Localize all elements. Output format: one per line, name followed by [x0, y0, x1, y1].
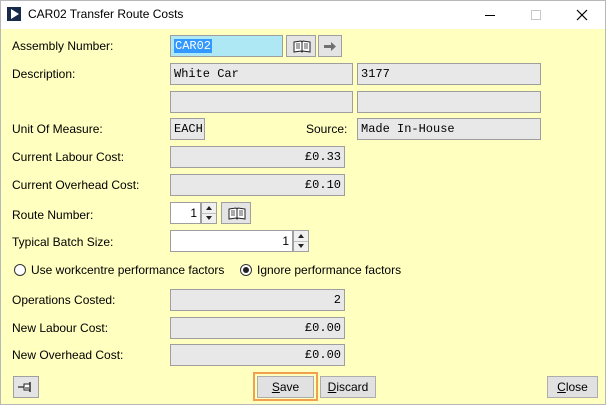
title-bar: CAR02 Transfer Route Costs — [1, 1, 605, 29]
maximize-button[interactable] — [513, 1, 559, 29]
assembly-number-value: CAR02 — [174, 39, 213, 53]
typical-batch-size-input[interactable]: 1 — [170, 230, 293, 252]
save-label-rest: ave — [279, 380, 300, 394]
batch-size-spinner[interactable] — [293, 230, 309, 252]
description-field-3[interactable] — [170, 91, 353, 113]
source-field[interactable]: Made In-House — [357, 118, 541, 140]
minimize-button[interactable] — [467, 1, 513, 29]
caret-up-icon — [298, 234, 304, 238]
use-workcentre-radio[interactable] — [14, 264, 26, 276]
route-lookup-button[interactable] — [221, 202, 251, 224]
save-mnemonic: S — [271, 380, 280, 394]
unit-of-measure-label: Unit Of Measure: — [12, 122, 103, 136]
route-number-down-button[interactable] — [202, 213, 216, 223]
assembly-number-input[interactable]: CAR02 — [170, 35, 283, 57]
new-overhead-cost-label: New Overhead Cost: — [12, 348, 124, 362]
new-labour-cost-label: New Labour Cost: — [12, 321, 109, 335]
pin-icon — [18, 382, 31, 392]
description-field-2[interactable]: 3177 — [357, 63, 541, 85]
typical-batch-size-label: Typical Batch Size: — [12, 235, 114, 249]
book-icon — [293, 40, 311, 53]
ignore-performance-label[interactable]: Ignore performance factors — [257, 263, 401, 277]
unit-of-measure-field[interactable]: EACH — [170, 118, 205, 140]
current-labour-cost-label: Current Labour Cost: — [12, 150, 125, 164]
use-workcentre-label[interactable]: Use workcentre performance factors — [31, 263, 224, 277]
close-button[interactable]: Close — [547, 376, 598, 398]
description-label: Description: — [12, 67, 76, 81]
pin-button[interactable] — [13, 376, 39, 398]
current-overhead-cost-label: Current Overhead Cost: — [12, 178, 140, 192]
description-field-4[interactable] — [357, 91, 541, 113]
save-button[interactable]: Save — [257, 376, 314, 398]
route-number-label: Route Number: — [12, 208, 94, 222]
current-labour-cost-field[interactable]: £0.33 — [170, 146, 345, 168]
window-title: CAR02 Transfer Route Costs — [28, 7, 184, 21]
close-window-button[interactable] — [559, 1, 605, 29]
app-play-icon — [7, 7, 21, 21]
operations-costed-label: Operations Costed: — [12, 293, 116, 307]
batch-size-down-button[interactable] — [294, 241, 308, 251]
close-mnemonic: C — [557, 380, 566, 394]
arrow-right-icon — [324, 42, 336, 51]
discard-label-rest: iscard — [336, 380, 369, 394]
description-field-1[interactable]: White Car — [170, 63, 353, 85]
caret-down-icon — [298, 244, 304, 248]
route-number-spinner[interactable] — [201, 202, 217, 224]
route-number-input[interactable]: 1 — [170, 202, 201, 224]
source-label: Source: — [306, 122, 348, 136]
new-labour-cost-field[interactable]: £0.00 — [170, 317, 345, 339]
new-overhead-cost-field[interactable]: £0.00 — [170, 344, 345, 366]
ignore-performance-radio[interactable] — [240, 264, 252, 276]
caret-up-icon — [206, 206, 212, 210]
transfer-route-costs-window: CAR02 Transfer Route Costs Assembly Numb… — [0, 0, 606, 405]
current-overhead-cost-field[interactable]: £0.10 — [170, 174, 345, 196]
caret-down-icon — [206, 216, 212, 220]
close-label-rest: lose — [565, 380, 588, 394]
assembly-number-label: Assembly Number: — [12, 39, 114, 53]
book-icon — [228, 207, 246, 220]
assembly-go-button[interactable] — [318, 35, 342, 57]
assembly-lookup-button[interactable] — [286, 35, 316, 57]
discard-button[interactable]: Discard — [320, 376, 376, 398]
operations-costed-field[interactable]: 2 — [170, 289, 345, 311]
